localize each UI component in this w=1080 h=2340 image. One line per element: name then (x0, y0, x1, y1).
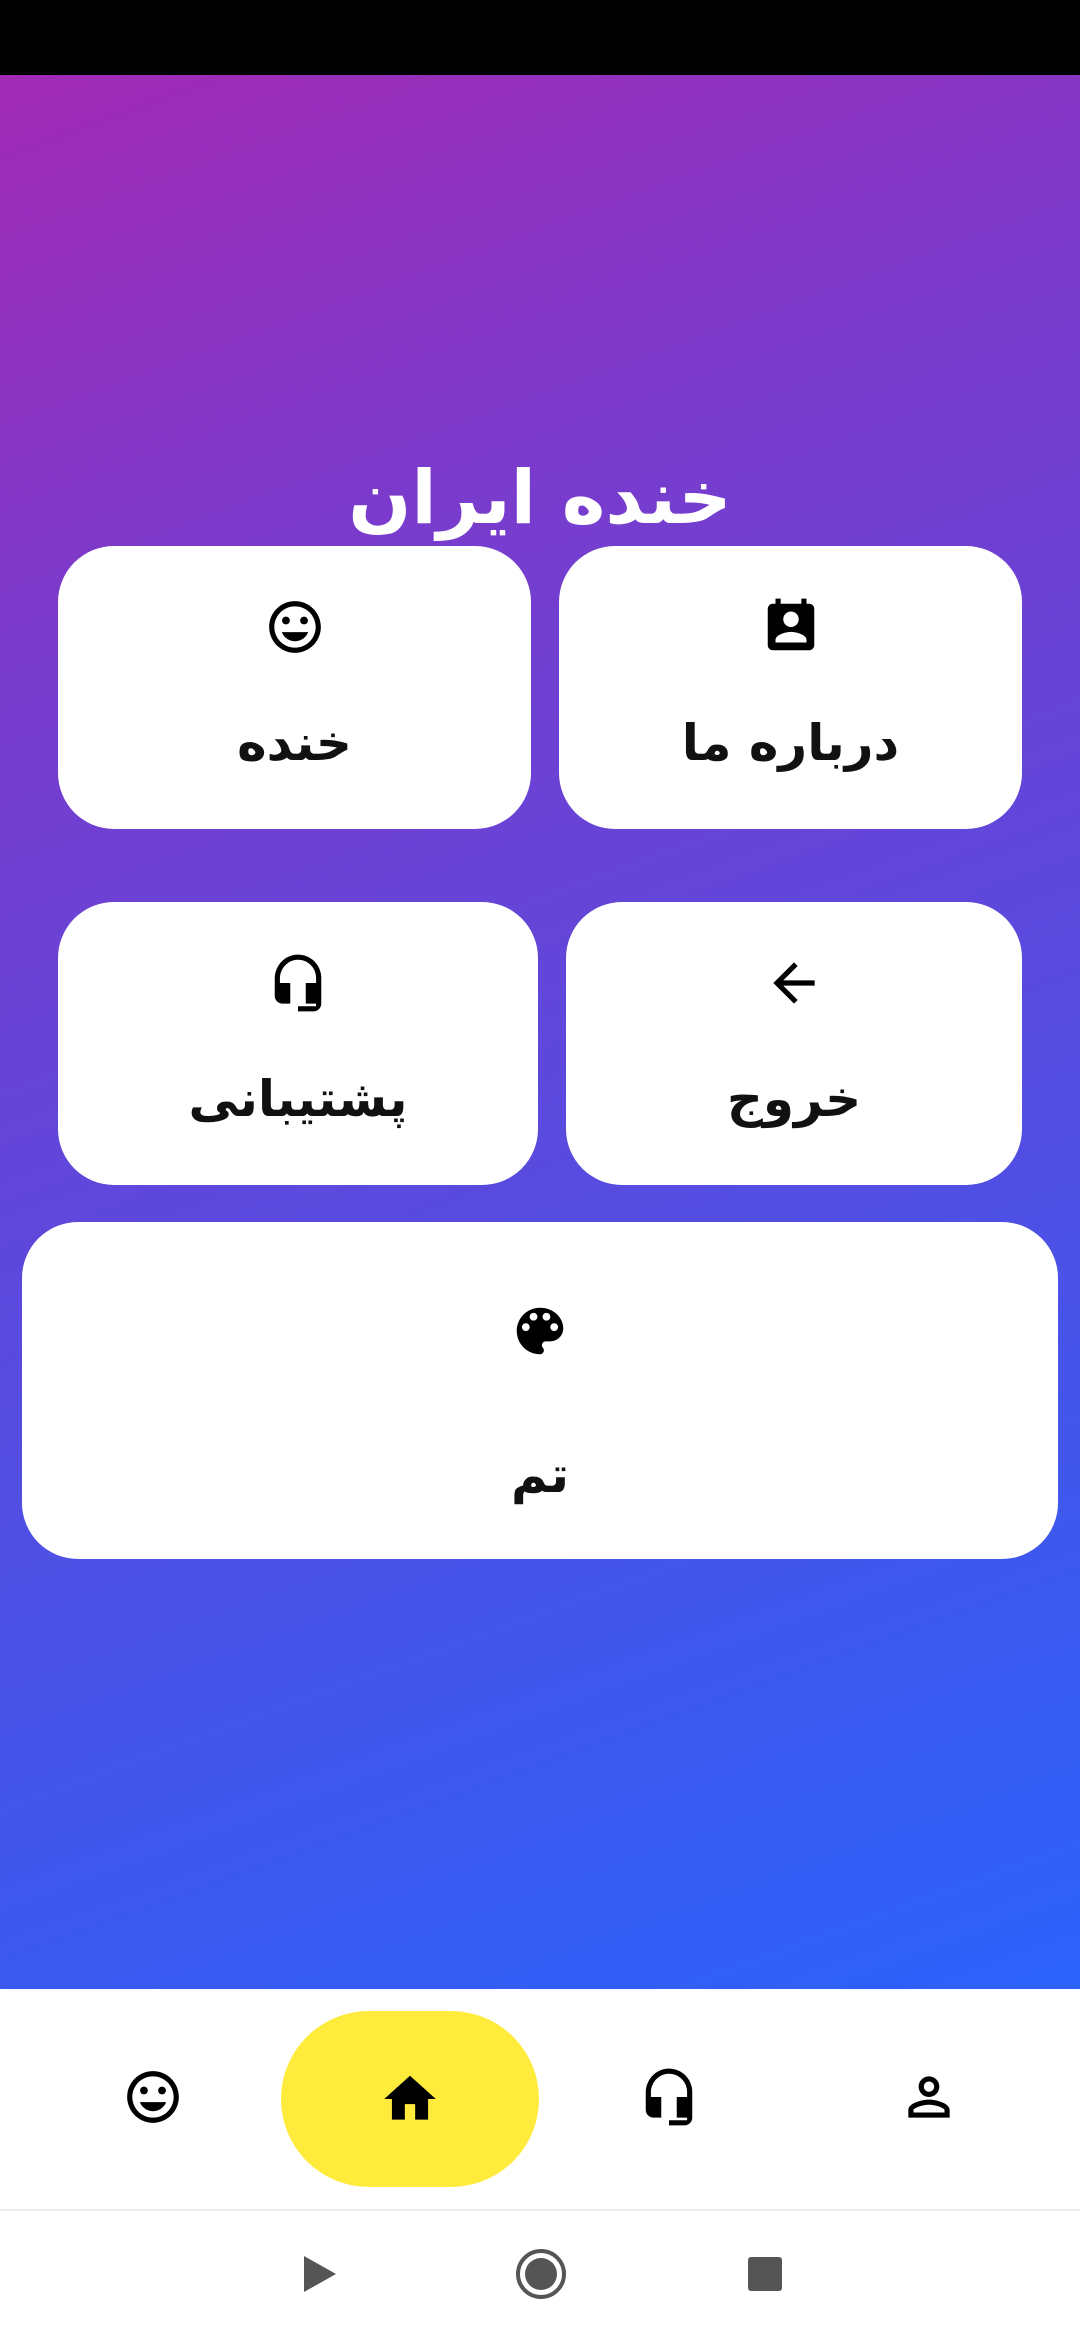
theme-label: تم (511, 1446, 569, 1504)
smiley-face-icon (122, 2066, 184, 2132)
exit-card[interactable]: خروج (566, 902, 1022, 1185)
recents-square-icon (747, 2256, 783, 2296)
palette-icon (509, 1300, 571, 1362)
smiley-face-icon (264, 596, 326, 658)
headset-icon (638, 2066, 700, 2132)
home-icon (379, 2068, 441, 2130)
person-icon (898, 2066, 960, 2132)
headset-icon (267, 952, 329, 1014)
system-recents-button[interactable] (705, 2211, 825, 2340)
app-title: خنده ایران (348, 455, 732, 541)
khande-card[interactable]: خنده (58, 546, 531, 829)
nav-item-support[interactable] (606, 1989, 731, 2209)
back-triangle-icon (300, 2252, 340, 2300)
home-circle-icon (514, 2247, 568, 2305)
theme-card[interactable]: تم (22, 1222, 1058, 1559)
about-us-card[interactable]: درباره ما (559, 546, 1022, 829)
bottom-navigation (0, 1989, 1080, 2209)
nav-item-home[interactable] (281, 1989, 539, 2209)
arrow-left-icon (763, 952, 825, 1014)
support-label: پشتیبانی (188, 1070, 408, 1128)
contact-card-icon (760, 596, 822, 658)
status-bar (0, 0, 1080, 75)
nav-item-profile[interactable] (866, 1989, 991, 2209)
system-home-button[interactable] (481, 2211, 601, 2340)
support-card[interactable]: پشتیبانی (58, 902, 538, 1185)
about-us-label: درباره ما (681, 714, 900, 772)
system-navigation-bar (0, 2211, 1080, 2340)
nav-item-laugh[interactable] (90, 1989, 215, 2209)
khande-label: خنده (237, 714, 352, 772)
exit-label: خروج (726, 1070, 862, 1128)
system-back-button[interactable] (260, 2211, 380, 2340)
